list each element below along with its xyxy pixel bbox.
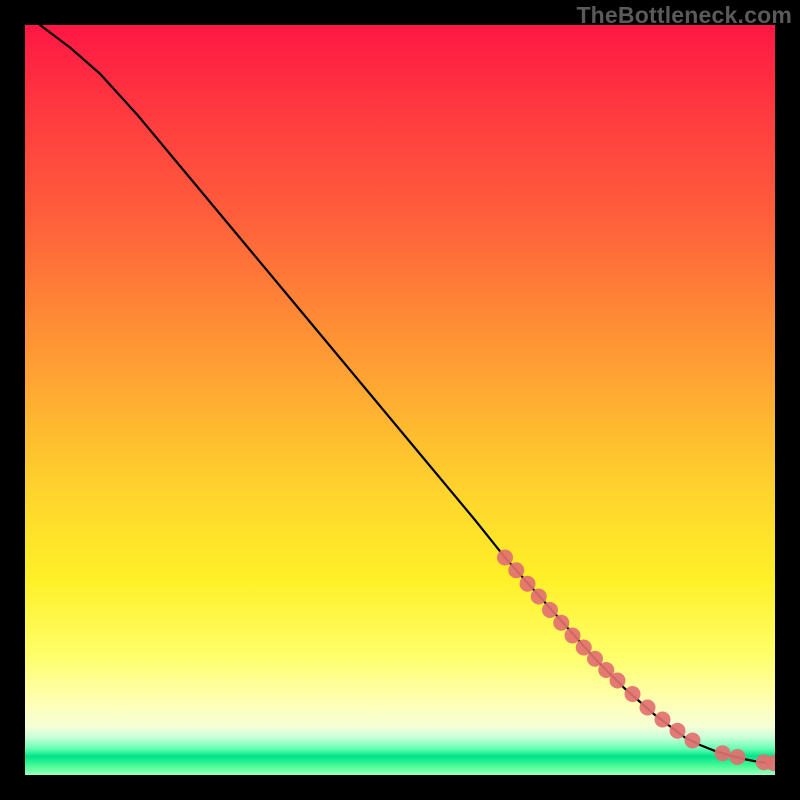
data-marker (565, 628, 581, 644)
data-marker (730, 749, 746, 765)
data-marker (520, 576, 536, 592)
data-marker (655, 712, 671, 728)
data-marker (542, 602, 558, 618)
data-marker (670, 723, 686, 739)
data-marker (610, 673, 626, 689)
plot-area (25, 25, 775, 775)
data-marker (508, 562, 524, 578)
plot-svg (25, 25, 775, 775)
data-marker (497, 550, 513, 566)
marker-group (497, 550, 775, 772)
data-marker (685, 733, 701, 749)
data-marker (553, 615, 569, 631)
data-marker (531, 589, 547, 605)
watermark-label: TheBottleneck.com (576, 2, 792, 29)
data-marker (625, 686, 641, 702)
curve-line (40, 25, 771, 763)
chart-stage: TheBottleneck.com (0, 0, 800, 800)
data-marker (640, 700, 656, 716)
data-marker (715, 745, 731, 761)
